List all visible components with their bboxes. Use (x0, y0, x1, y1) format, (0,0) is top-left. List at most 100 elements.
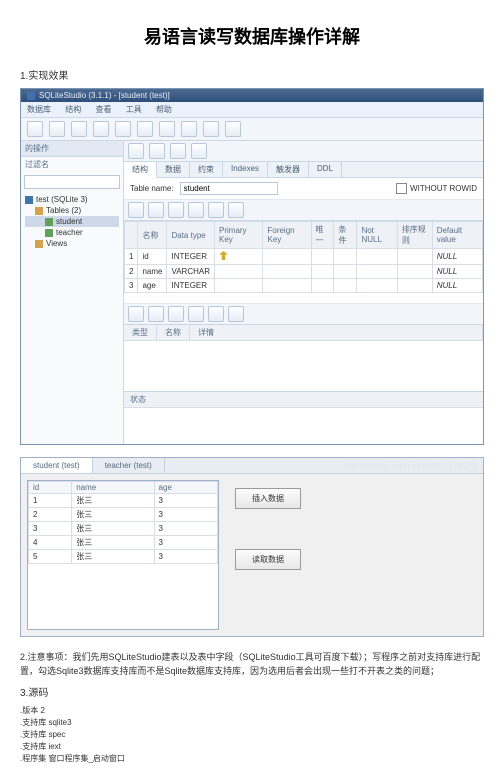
toolbar-button[interactable] (148, 202, 164, 218)
page-title: 易语言读写数据库操作详解 (20, 23, 484, 49)
window-title: SQLiteStudio (3.1.1) - [student (test)] (39, 91, 170, 100)
side-panel: 的操作 过滤名 test (SQLite 3) Tables (2) stude… (21, 141, 124, 444)
section-3-label: 3.源码 (20, 684, 484, 699)
data-row[interactable]: 2张三3 (29, 508, 218, 522)
menu-tools[interactable]: 工具 (126, 105, 142, 114)
toolbar-button[interactable] (93, 121, 109, 137)
menubar[interactable]: 数据库 结构 查看 工具 帮助 (21, 102, 483, 118)
menu-view[interactable]: 查看 (95, 105, 111, 114)
database-icon (25, 196, 33, 204)
col-hdr-notnull: Not NULL (357, 222, 397, 249)
col-hdr-pk: Primary Key (215, 222, 263, 249)
without-rowid-checkbox[interactable] (396, 183, 407, 194)
column-row[interactable]: 2 name VARCHAR NULL (125, 265, 483, 279)
constraints-empty-area (124, 341, 483, 391)
toolbar-button[interactable] (208, 306, 224, 322)
data-grid: id name age 1张三3 2张三3 3张三3 4张三3 5张三3 (27, 480, 219, 630)
tab-triggers[interactable]: 触发器 (268, 162, 309, 177)
db-tree: test (SQLite 3) Tables (2) student teach… (21, 192, 123, 251)
toolbar-button[interactable] (115, 121, 131, 137)
toolbar-button[interactable] (27, 121, 43, 137)
columns-toolbar (124, 199, 483, 221)
filter-input[interactable] (24, 175, 120, 189)
toolbar-button[interactable] (159, 121, 175, 137)
toolbar-button[interactable] (225, 121, 241, 137)
tab-ddl[interactable]: DDL (309, 162, 342, 177)
code-line: .支持库 sqlite3 (20, 717, 484, 728)
code-line: .版本 2 (20, 705, 484, 716)
result-tab-teacher[interactable]: teacher (test) (93, 458, 165, 473)
tree-tables[interactable]: Tables (2) (25, 205, 119, 216)
col-hdr-default: Default value (432, 222, 482, 249)
toolbar-button[interactable] (188, 306, 204, 322)
toolbar-button[interactable] (128, 202, 144, 218)
data-row[interactable]: 3张三3 (29, 522, 218, 536)
status-area (124, 407, 483, 444)
constraints-header: 类型 名称 详情 (124, 325, 483, 341)
toolbar-button[interactable] (188, 202, 204, 218)
data-row[interactable]: 5张三3 (29, 550, 218, 564)
result-tab-student[interactable]: student (test) (21, 458, 93, 473)
tab-indexes[interactable]: Indexes (223, 162, 268, 177)
toolbar-button[interactable] (191, 143, 207, 159)
sqlitestudio-window: SQLiteStudio (3.1.1) - [student (test)] … (20, 88, 484, 445)
toolbar-button[interactable] (128, 306, 144, 322)
col-hdr-collate: 排序规则 (397, 222, 432, 249)
editor-toolbar (124, 141, 483, 162)
menu-structure[interactable]: 结构 (65, 105, 81, 114)
toolbar-button[interactable] (137, 121, 153, 137)
tree-db[interactable]: test (SQLite 3) (25, 194, 119, 205)
data-header: id name age (29, 482, 218, 494)
col-hdr-type: Data type (167, 222, 215, 249)
tree-table-teacher[interactable]: teacher (25, 227, 119, 238)
folder-icon (35, 207, 43, 215)
toolbar-button[interactable] (128, 143, 144, 159)
table-name-row: Table name: WITHOUT ROWID (124, 178, 483, 199)
folder-icon (35, 240, 43, 248)
tab-data[interactable]: 数据 (157, 162, 190, 177)
toolbar-button[interactable] (148, 306, 164, 322)
tab-structure[interactable]: 结构 (124, 162, 157, 178)
read-button[interactable]: 读取数据 (235, 549, 301, 570)
app-icon (27, 92, 35, 100)
column-row[interactable]: 1 id INTEGER NULL (125, 249, 483, 265)
col-hdr-check: 条件 (334, 222, 357, 249)
menu-help[interactable]: 帮助 (156, 105, 172, 114)
toolbar-button[interactable] (170, 143, 186, 159)
tree-views[interactable]: Views (25, 238, 119, 249)
toolbar-button[interactable] (228, 306, 244, 322)
toolbar-button[interactable] (149, 143, 165, 159)
status-label: 状态 (124, 391, 483, 407)
table-icon (45, 218, 53, 226)
tablename-label: Table name: (130, 184, 174, 193)
col-hdr (125, 222, 138, 249)
titlebar: SQLiteStudio (3.1.1) - [student (test)] (21, 89, 483, 102)
filter-label: 过滤名 (21, 157, 123, 172)
tablename-input[interactable] (180, 182, 278, 195)
menu-database[interactable]: 数据库 (27, 105, 51, 114)
toolbar-button[interactable] (181, 121, 197, 137)
code-line: .支持库 iext (20, 741, 484, 752)
tab-constraints[interactable]: 约束 (190, 162, 223, 177)
toolbar-button[interactable] (203, 121, 219, 137)
toolbar-button[interactable] (228, 202, 244, 218)
insert-button[interactable]: 插入数据 (235, 488, 301, 509)
column-row[interactable]: 3 age INTEGER NULL (125, 279, 483, 293)
columns-table: 名称 Data type Primary Key Foreign Key 唯一 … (124, 221, 483, 293)
table-icon (45, 229, 53, 237)
toolbar-button[interactable] (208, 202, 224, 218)
toolbar-button[interactable] (168, 306, 184, 322)
toolbar-button[interactable] (71, 121, 87, 137)
tree-table-student[interactable]: student (25, 216, 119, 227)
source-code: .版本 2 .支持库 sqlite3 .支持库 spec .支持库 iext .… (20, 705, 484, 764)
columns-header-row: 名称 Data type Primary Key Foreign Key 唯一 … (125, 222, 483, 249)
without-rowid-label: WITHOUT ROWID (410, 184, 477, 193)
watermark: https://blog.csdn.net/u010378579 (344, 461, 477, 471)
toolbar-button[interactable] (49, 121, 65, 137)
col-hdr-unique: 唯一 (311, 222, 334, 249)
data-row[interactable]: 1张三3 (29, 494, 218, 508)
side-header: 的操作 (21, 141, 123, 157)
main-panel: 结构 数据 约束 Indexes 触发器 DDL Table name: WIT… (124, 141, 483, 444)
data-row[interactable]: 4张三3 (29, 536, 218, 550)
toolbar-button[interactable] (168, 202, 184, 218)
